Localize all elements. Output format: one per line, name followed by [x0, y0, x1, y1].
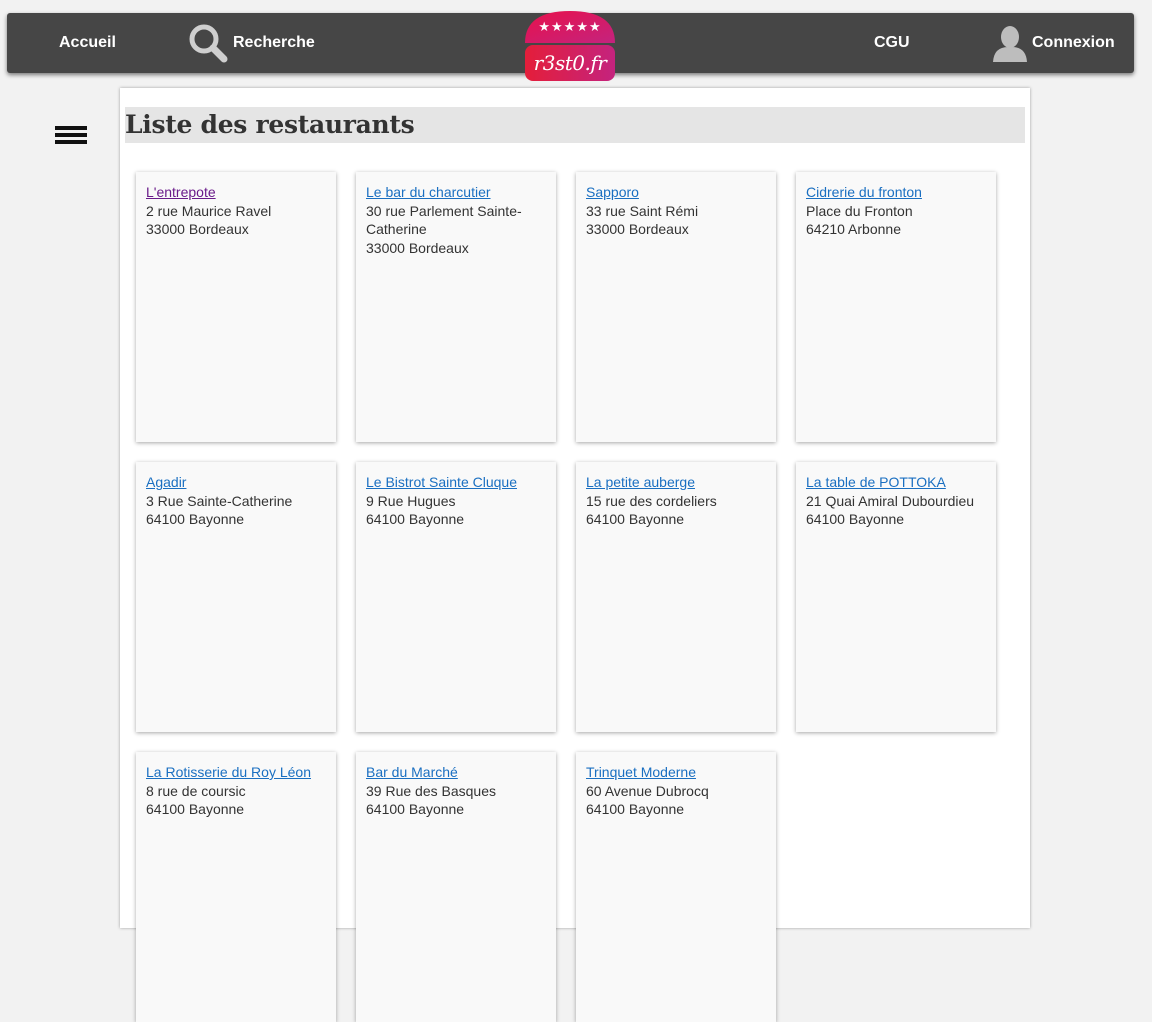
restaurant-street: 9 Rue Hugues: [366, 492, 456, 509]
nav-search-link[interactable]: Recherche: [187, 13, 315, 73]
restaurant-link[interactable]: La petite auberge: [586, 474, 695, 490]
restaurant-street: Place du Fronton: [806, 202, 913, 219]
restaurant-card: Trinquet Moderne 60 Avenue Dubrocq 64100…: [576, 752, 776, 1022]
restaurant-link[interactable]: Cidrerie du fronton: [806, 184, 922, 200]
restaurant-link[interactable]: Trinquet Moderne: [586, 764, 696, 780]
restaurant-card: L'entrepote 2 rue Maurice Ravel 33000 Bo…: [136, 172, 336, 442]
restaurant-street: 8 rue de coursic: [146, 782, 246, 799]
restaurant-card: Le bar du charcutier 30 rue Parlement Sa…: [356, 172, 556, 442]
main-panel: Liste des restaurants L'entrepote 2 rue …: [120, 88, 1030, 1022]
restaurant-city: 64100 Bayonne: [366, 511, 465, 527]
restaurant-city: 33000 Bordeaux: [586, 221, 689, 237]
page-title: Liste des restaurants: [125, 107, 1025, 143]
logo-text: r3st0.fr: [533, 51, 607, 75]
nav-login-label: Connexion: [1032, 34, 1115, 51]
restaurant-city: 64100 Bayonne: [806, 511, 905, 527]
restaurant-link[interactable]: Le Bistrot Sainte Cluque: [366, 474, 517, 490]
nav-home-link[interactable]: Accueil: [59, 13, 116, 73]
restaurant-city: 64210 Arbonne: [806, 221, 901, 237]
restaurant-city: 64100 Bayonne: [586, 801, 685, 817]
user-icon: [992, 24, 1028, 62]
top-navbar: Accueil Recherche ★★★★★ r3st0.fr CGU Con…: [7, 11, 1134, 81]
restaurant-link[interactable]: Bar du Marché: [366, 764, 458, 780]
restaurant-street: 21 Quai Amiral Dubourdieu: [806, 492, 975, 509]
restaurant-city: 64100 Bayonne: [366, 801, 465, 817]
restaurant-street: 39 Rue des Basques: [366, 782, 496, 799]
restaurant-card: Bar du Marché 39 Rue des Basques 64100 B…: [356, 752, 556, 1022]
restaurant-card: Sapporo 33 rue Saint Rémi 33000 Bordeaux: [576, 172, 776, 442]
hamburger-menu-icon[interactable]: [55, 126, 87, 146]
nav-terms-label: CGU: [874, 34, 910, 51]
hamburger-line: [55, 140, 87, 144]
restaurant-street: 33 rue Saint Rémi: [586, 202, 699, 219]
restaurant-card: La petite auberge 15 rue des cordeliers …: [576, 462, 776, 732]
restaurant-card: Agadir 3 Rue Sainte-Catherine 64100 Bayo…: [136, 462, 336, 732]
hamburger-line: [55, 126, 87, 130]
restaurant-card: La Rotisserie du Roy Léon 8 rue de cours…: [136, 752, 336, 1022]
restaurant-city: 33000 Bordeaux: [146, 221, 249, 237]
nav-search-label: Recherche: [233, 34, 315, 51]
restaurant-card: Le Bistrot Sainte Cluque 9 Rue Hugues 64…: [356, 462, 556, 732]
restaurant-street: 30 rue Parlement Sainte-Catherine: [366, 202, 522, 238]
nav-login-link[interactable]: Connexion: [992, 13, 1115, 73]
restaurant-city: 64100 Bayonne: [586, 511, 685, 527]
restaurant-city: 64100 Bayonne: [146, 801, 245, 817]
restaurant-link[interactable]: La table de POTTOKA: [806, 474, 946, 490]
site-logo[interactable]: ★★★★★ r3st0.fr: [517, 5, 623, 85]
restaurant-city: 33000 Bordeaux: [366, 239, 469, 256]
restaurant-link[interactable]: L'entrepote: [146, 184, 216, 200]
restaurant-street: 3 Rue Sainte-Catherine: [146, 492, 293, 509]
search-icon: [187, 22, 229, 64]
restaurant-link[interactable]: La Rotisserie du Roy Léon: [146, 764, 311, 780]
restaurant-link[interactable]: Le bar du charcutier: [366, 184, 491, 200]
restaurant-street: 60 Avenue Dubrocq: [586, 782, 709, 799]
logo-stars: ★★★★★: [538, 19, 602, 34]
restaurant-link[interactable]: Sapporo: [586, 184, 639, 200]
restaurant-card: La table de POTTOKA 21 Quai Amiral Dubou…: [796, 462, 996, 732]
restaurant-card: Cidrerie du fronton Place du Fronton 642…: [796, 172, 996, 442]
restaurant-street: 2 rue Maurice Ravel: [146, 202, 272, 219]
hamburger-line: [55, 133, 87, 137]
restaurant-city: 64100 Bayonne: [146, 511, 245, 527]
nav-terms-link[interactable]: CGU: [874, 13, 910, 73]
nav-home-label: Accueil: [59, 34, 116, 51]
restaurant-link[interactable]: Agadir: [146, 474, 186, 490]
restaurant-street: 15 rue des cordeliers: [586, 492, 717, 509]
